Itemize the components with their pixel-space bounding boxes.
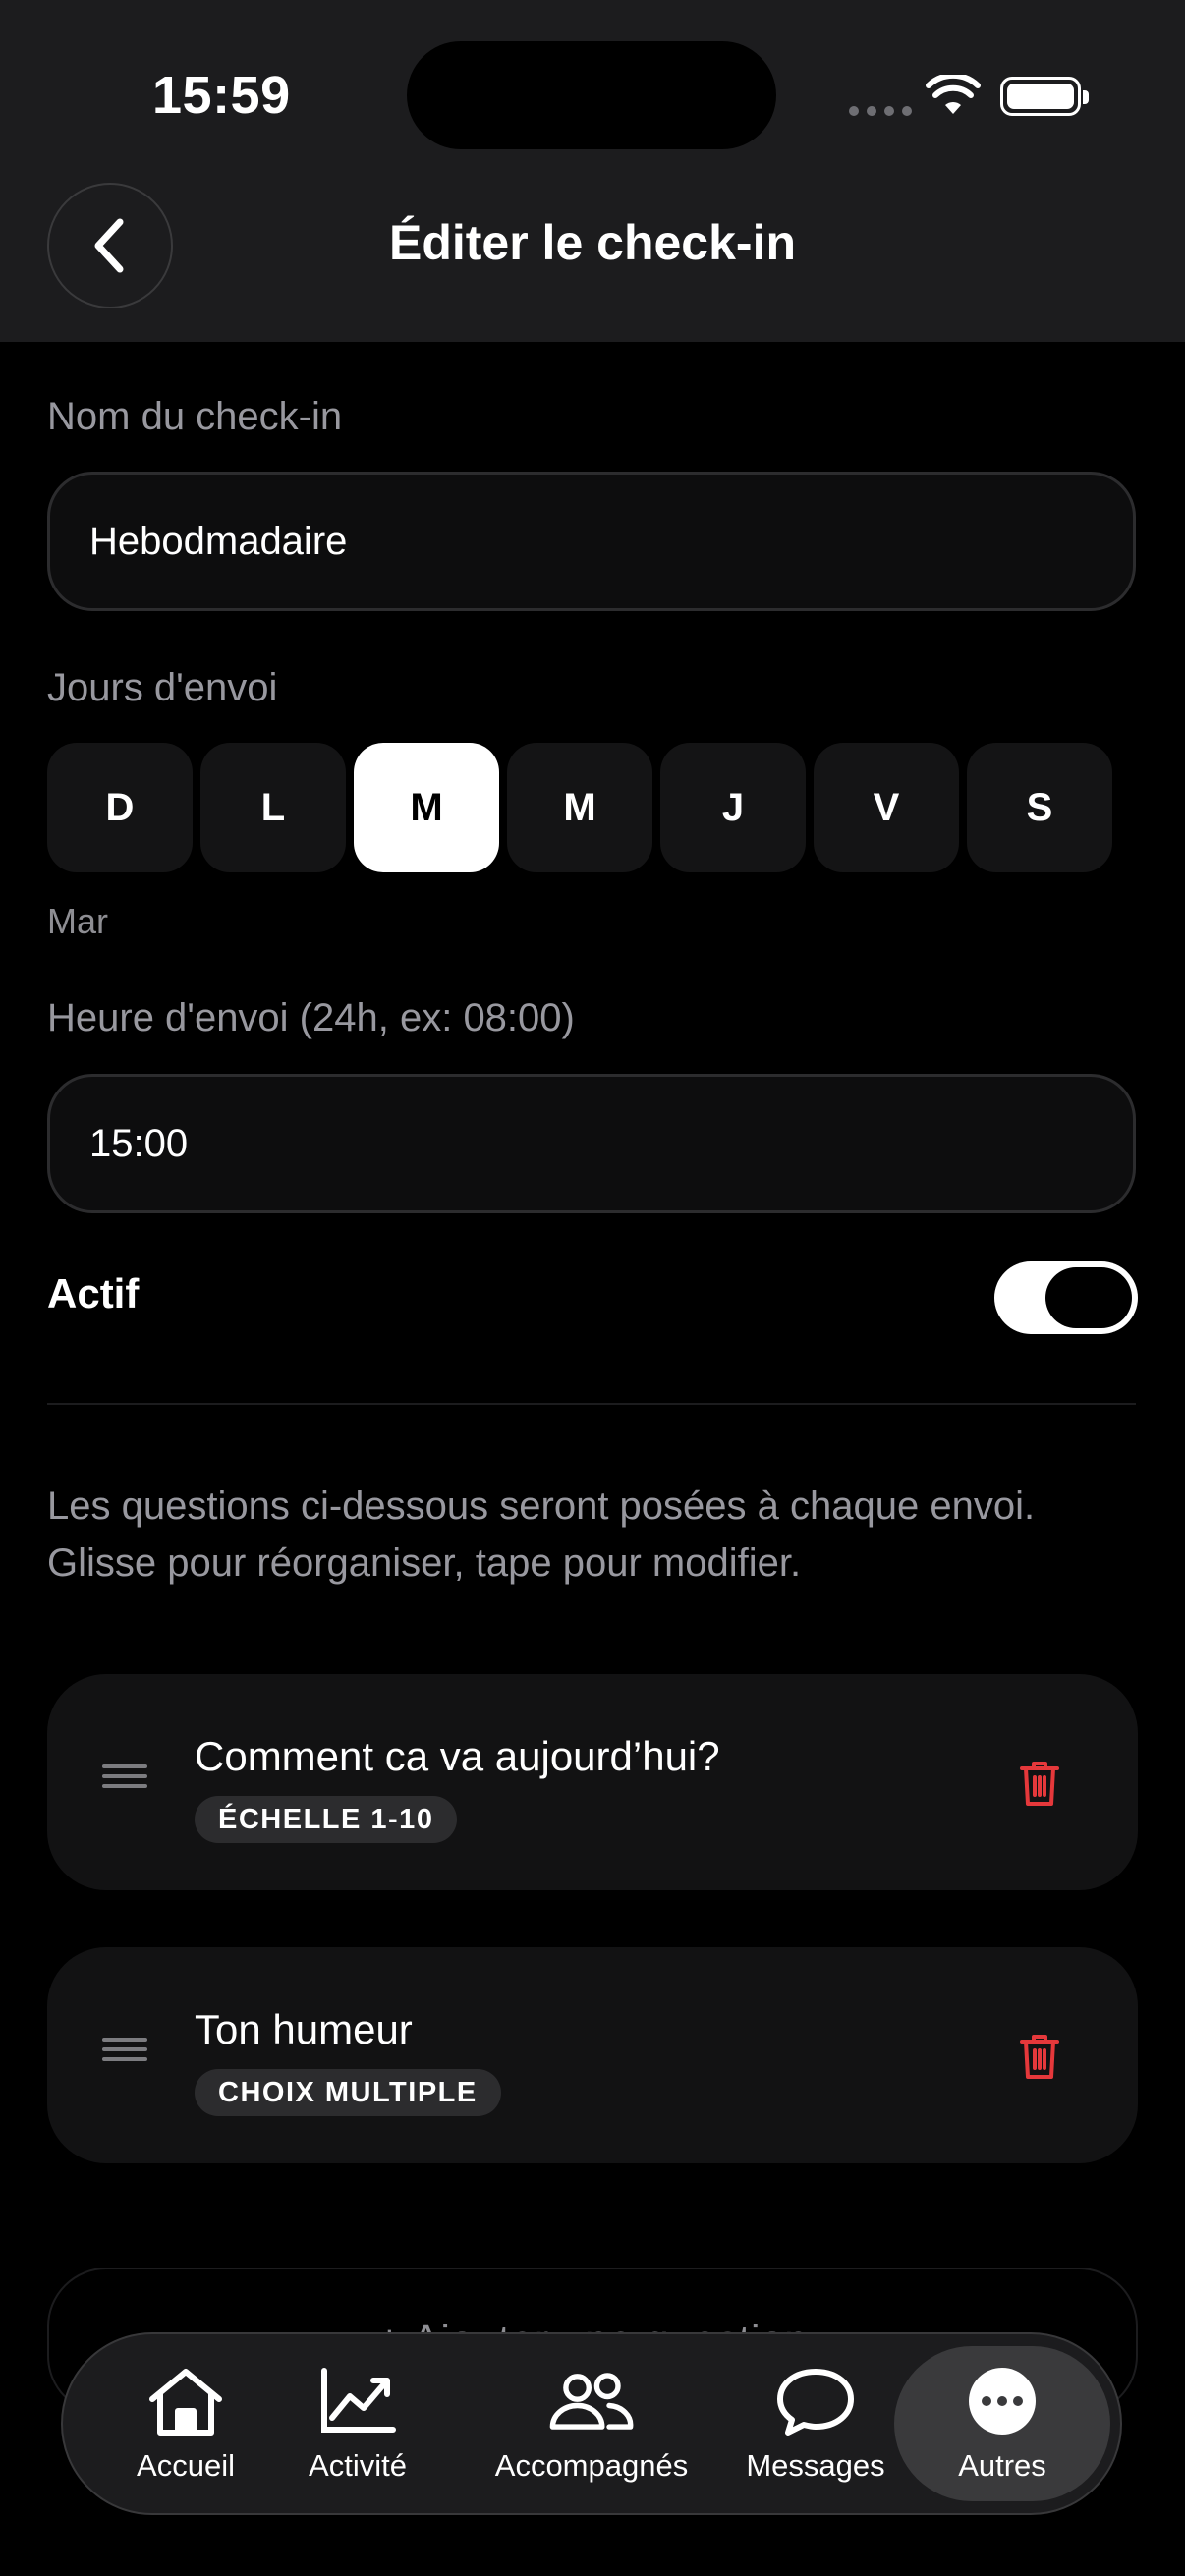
- selected-days-caption: Mar: [47, 901, 108, 941]
- send-time-value: 15:00: [89, 1121, 189, 1165]
- tab-label: Activité: [309, 2448, 407, 2483]
- question-title: Comment ca va aujourd’hui?: [195, 1733, 720, 1779]
- day-toggle-0[interactable]: D: [47, 743, 193, 872]
- tab-label: Accompagnés: [494, 2448, 689, 2483]
- wifi-icon: [926, 75, 981, 114]
- day-toggle-2[interactable]: M: [354, 743, 499, 872]
- send-time-label: Heure d'envoi (24h, ex: 08:00): [47, 996, 575, 1039]
- tab-label: Autres: [958, 2448, 1046, 2483]
- question-type-badge: ÉCHELLE 1-10: [195, 1796, 458, 1843]
- tab-bar: Accueil Activité Accompagnés Messages Au…: [61, 2332, 1122, 2515]
- checkin-name-field[interactable]: Hebodmadaire: [47, 472, 1136, 611]
- send-days-label: Jours d'envoi: [47, 666, 278, 709]
- tab-label: Messages: [746, 2448, 885, 2483]
- day-toggle-3[interactable]: M: [507, 743, 652, 872]
- battery-icon: [1000, 77, 1089, 116]
- people-icon: [547, 2364, 636, 2438]
- tab-accueil[interactable]: Accueil: [102, 2334, 269, 2513]
- day-toggle-5[interactable]: V: [814, 743, 959, 872]
- question-card[interactable]: Ton humeur CHOIX MULTIPLE: [47, 1947, 1138, 2163]
- day-selector: DLMMJVS: [47, 743, 1138, 872]
- tab-activite[interactable]: Activité: [279, 2334, 436, 2513]
- drag-handle-icon[interactable]: [102, 2038, 147, 2061]
- tab-label: Accueil: [137, 2448, 235, 2483]
- send-time-field[interactable]: 15:00: [47, 1074, 1136, 1213]
- questions-help-text: Les questions ci-dessous seront posées à…: [47, 1484, 1036, 1585]
- question-type-badge: CHOIX MULTIPLE: [195, 2069, 501, 2116]
- page-title: Éditer le check-in: [388, 215, 797, 270]
- active-label: Actif: [47, 1270, 140, 1316]
- home-icon: [141, 2364, 230, 2438]
- tab-accompagnes[interactable]: Accompagnés: [474, 2334, 709, 2513]
- more-icon: [958, 2364, 1046, 2438]
- active-toggle[interactable]: [994, 1261, 1138, 1334]
- question-card[interactable]: Comment ca va aujourd’hui? ÉCHELLE 1-10: [47, 1674, 1138, 1890]
- day-toggle-4[interactable]: J: [660, 743, 806, 872]
- question-title: Ton humeur: [195, 2006, 413, 2052]
- tab-messages[interactable]: Messages: [737, 2334, 894, 2513]
- toggle-knob: [1045, 1267, 1132, 1328]
- section-divider: [47, 1403, 1136, 1405]
- dynamic-island: [407, 41, 776, 149]
- chat-bubble-icon: [771, 2364, 860, 2438]
- day-toggle-6[interactable]: S: [967, 743, 1112, 872]
- checkin-name-value: Hebodmadaire: [89, 519, 348, 563]
- trash-icon[interactable]: [1018, 2032, 1061, 2081]
- status-time: 15:59: [152, 66, 291, 125]
- tab-autres[interactable]: Autres: [894, 2346, 1110, 2501]
- drag-handle-icon[interactable]: [102, 1764, 147, 1788]
- checkin-name-label: Nom du check-in: [47, 395, 343, 438]
- day-toggle-1[interactable]: L: [200, 743, 346, 872]
- chart-trend-icon: [313, 2364, 402, 2438]
- trash-icon[interactable]: [1018, 1759, 1061, 1808]
- cellular-signal-icon: [849, 106, 912, 116]
